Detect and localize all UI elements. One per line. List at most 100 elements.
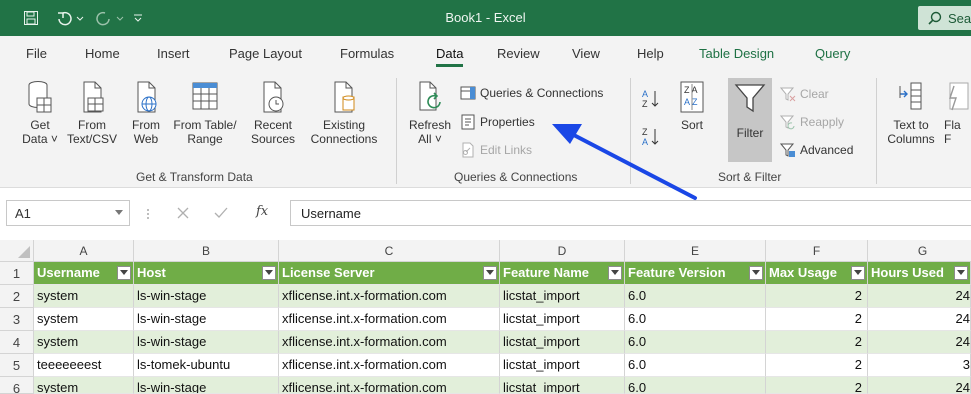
edit-links-button[interactable]: Edit Links (460, 142, 532, 158)
column-header[interactable]: B (134, 240, 279, 262)
table-header-cell[interactable]: Feature Name (500, 262, 625, 285)
table-header-cell[interactable]: Feature Version (625, 262, 766, 285)
get-data-button[interactable]: Get Data ˅ (18, 80, 62, 146)
recent-sources-button[interactable]: Recent Sources (246, 80, 300, 146)
table-cell[interactable]: ls-win-stage (134, 285, 279, 308)
from-text-csv-button[interactable]: From Text/CSV (64, 80, 120, 146)
filter-dropdown-icon[interactable] (851, 266, 865, 280)
column-header[interactable]: G (868, 240, 971, 262)
table-header-cell[interactable]: Host (134, 262, 279, 285)
save-icon[interactable] (18, 0, 44, 36)
filter-dropdown-icon[interactable] (262, 266, 276, 280)
text-to-columns-button[interactable]: Text to Columns (884, 80, 938, 146)
tab-view[interactable]: View (572, 46, 600, 61)
filter-dropdown-icon[interactable] (483, 266, 497, 280)
table-cell[interactable]: system (34, 377, 134, 394)
table-header-cell[interactable]: Username (34, 262, 134, 285)
sort-button[interactable]: Z A A Z Sort (670, 80, 714, 132)
table-cell[interactable]: 24 (868, 285, 971, 308)
flash-fill-button[interactable]: Fla F (944, 80, 971, 146)
table-cell[interactable]: ls-win-stage (134, 308, 279, 331)
table-cell[interactable]: 6.0 (625, 285, 766, 308)
filter-dropdown-icon[interactable] (608, 266, 622, 280)
tab-query[interactable]: Query (815, 46, 850, 61)
properties-button[interactable]: Properties (460, 114, 535, 130)
formula-input[interactable]: Username (290, 200, 971, 226)
tab-help[interactable]: Help (637, 46, 664, 61)
enter-icon[interactable] (214, 207, 228, 219)
search-box[interactable]: Sea (918, 6, 971, 30)
table-cell[interactable]: licstat_import (500, 285, 625, 308)
row-header[interactable]: 3 (0, 308, 34, 331)
tab-home[interactable]: Home (85, 46, 120, 61)
table-cell[interactable]: xflicense.int.x-formation.com (279, 331, 500, 354)
from-table-range-button[interactable]: From Table/ Range (170, 80, 240, 146)
existing-connections-button[interactable]: Existing Connections (306, 80, 382, 146)
tab-insert[interactable]: Insert (157, 46, 190, 61)
filter-button[interactable]: Filter (728, 78, 772, 162)
table-cell[interactable]: xflicense.int.x-formation.com (279, 377, 500, 394)
column-header[interactable]: C (279, 240, 500, 262)
advanced-filter-button[interactable]: Advanced (780, 142, 853, 158)
table-cell[interactable]: 3 (868, 354, 971, 377)
filter-dropdown-icon[interactable] (117, 266, 131, 280)
table-cell[interactable]: system (34, 308, 134, 331)
table-cell[interactable]: licstat_import (500, 377, 625, 394)
table-cell[interactable]: teeeeeeest (34, 354, 134, 377)
row-header[interactable]: 1 (0, 262, 34, 285)
tab-formulas[interactable]: Formulas (340, 46, 394, 61)
undo-icon[interactable] (50, 0, 90, 36)
table-cell[interactable]: system (34, 331, 134, 354)
table-cell[interactable]: xflicense.int.x-formation.com (279, 354, 500, 377)
customize-qat-icon[interactable] (128, 0, 148, 36)
tab-table-design[interactable]: Table Design (699, 46, 774, 61)
table-cell[interactable]: licstat_import (500, 354, 625, 377)
queries-connections-button[interactable]: Queries & Connections (460, 86, 603, 100)
table-cell[interactable]: 2 (766, 354, 868, 377)
filter-dropdown-icon[interactable] (954, 266, 968, 280)
from-web-button[interactable]: From Web (126, 80, 166, 146)
select-all-corner[interactable] (0, 240, 34, 262)
table-cell[interactable]: 6.0 (625, 377, 766, 394)
table-cell[interactable]: 2 (766, 377, 868, 394)
table-cell[interactable]: ls-win-stage (134, 331, 279, 354)
redo-icon[interactable] (92, 0, 128, 36)
filter-dropdown-icon[interactable] (749, 266, 763, 280)
tab-file[interactable]: File (26, 46, 47, 61)
row-header[interactable]: 6 (0, 377, 34, 394)
row-header[interactable]: 5 (0, 354, 34, 377)
tab-data[interactable]: Data (436, 46, 464, 67)
table-cell[interactable]: system (34, 285, 134, 308)
clear-filter-button[interactable]: Clear (780, 86, 829, 102)
table-cell[interactable]: 6.0 (625, 308, 766, 331)
column-header[interactable]: F (766, 240, 868, 262)
tab-page-layout[interactable]: Page Layout (229, 46, 302, 61)
table-cell[interactable]: licstat_import (500, 308, 625, 331)
table-cell[interactable]: 24 (868, 308, 971, 331)
column-header[interactable]: E (625, 240, 766, 262)
name-box[interactable]: A1 (6, 200, 130, 226)
table-cell[interactable]: xflicense.int.x-formation.com (279, 285, 500, 308)
sort-za-button[interactable]: ZA (640, 126, 662, 152)
table-cell[interactable]: 2 (766, 308, 868, 331)
table-cell[interactable]: ls-tomek-ubuntu (134, 354, 279, 377)
insert-function-icon[interactable]: fx (256, 204, 268, 219)
table-cell[interactable]: 24 (868, 331, 971, 354)
row-header[interactable]: 4 (0, 331, 34, 354)
table-header-cell[interactable]: License Server (279, 262, 500, 285)
column-header[interactable]: D (500, 240, 625, 262)
table-cell[interactable]: xflicense.int.x-formation.com (279, 308, 500, 331)
table-cell[interactable]: ls-win-stage (134, 377, 279, 394)
table-header-cell[interactable]: Hours Used (868, 262, 971, 285)
table-cell[interactable]: licstat_import (500, 331, 625, 354)
table-cell[interactable]: 2 (766, 285, 868, 308)
refresh-all-button[interactable]: Refresh All ˅ (406, 80, 454, 146)
sort-az-button[interactable]: AZ (640, 88, 662, 114)
table-cell[interactable]: 6.0 (625, 354, 766, 377)
table-header-cell[interactable]: Max Usage (766, 262, 868, 285)
column-header[interactable]: A (34, 240, 134, 262)
row-header[interactable]: 2 (0, 285, 34, 308)
cancel-icon[interactable] (177, 207, 189, 219)
table-cell[interactable]: 2 (766, 331, 868, 354)
table-cell[interactable]: 6.0 (625, 331, 766, 354)
